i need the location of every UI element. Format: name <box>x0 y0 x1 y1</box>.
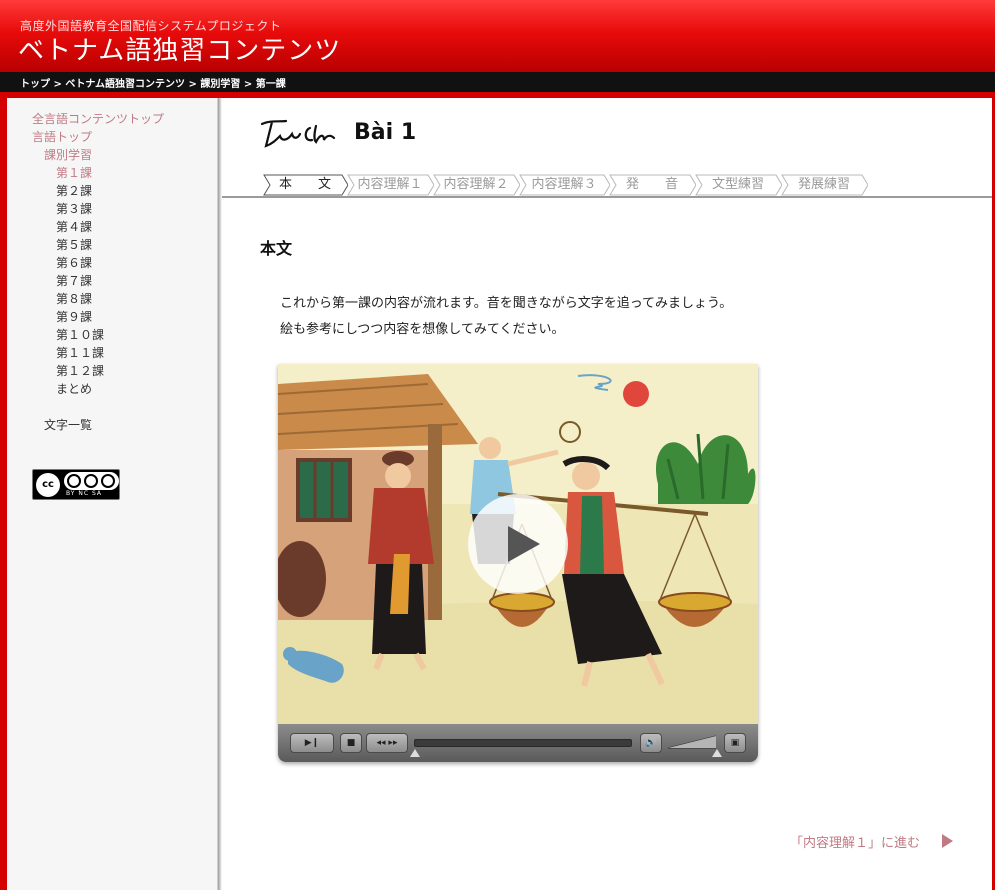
tab-label: 内容理解３ <box>531 177 597 192</box>
sidebar-lesson-11[interactable]: 第１１課 <box>56 344 104 361</box>
breadcrumb-bar: トップ > ベトナム語独習コンテンツ > 課別学習 > 第一課 <box>0 72 995 92</box>
nc-icon <box>84 474 98 488</box>
tab-label: 内容理解２ <box>443 177 509 192</box>
sidebar-all-languages-top[interactable]: 全言語コンテンツトップ <box>32 110 164 127</box>
sidebar-lesson-5[interactable]: 第５課 <box>56 236 92 253</box>
sidebar-language-top[interactable]: 言語トップ <box>32 128 92 145</box>
site-title[interactable]: ベトナム語独習コンテンツ <box>18 30 341 67</box>
sidebar-lesson-6[interactable]: 第６課 <box>56 254 92 271</box>
stop-button[interactable]: ■ <box>340 733 362 753</box>
video-player[interactable]: ▶❙ ■ ◂◂ ▸▸ 🔊 ▣ <box>278 364 758 762</box>
sidebar-lesson-10[interactable]: 第１０課 <box>56 326 104 343</box>
intro-paragraph-line-2: 絵も参考にしつつ内容を想像してみてください。 <box>280 322 565 337</box>
volume-icon[interactable]: 🔊 <box>640 733 662 753</box>
sidebar-lesson-3[interactable]: 第３課 <box>56 200 92 217</box>
sidebar-lesson-study[interactable]: 課別学習 <box>44 146 92 163</box>
tab-comprehension-3[interactable]: 内容理解３ <box>518 174 610 196</box>
sidebar-lesson-1[interactable]: 第１課 <box>56 164 92 181</box>
license-label: BY NC SA <box>66 490 102 497</box>
tab-label: 発 音 <box>625 177 678 192</box>
fullscreen-icon[interactable]: ▣ <box>724 733 746 753</box>
tabs-baseline <box>222 196 992 198</box>
next-arrow-icon[interactable] <box>942 834 953 848</box>
volume-slider[interactable] <box>668 735 716 749</box>
cc-icon: cc <box>36 473 60 497</box>
lesson-tabs: 本 文 内容理解１ 内容理解２ 内容理解３ 発 音 文型練習 発展練習 <box>222 174 992 198</box>
by-icon <box>67 474 81 488</box>
tab-comprehension-1[interactable]: 内容理解１ <box>346 174 434 196</box>
video-thumbnail <box>278 364 758 724</box>
sidebar-lesson-4[interactable]: 第４課 <box>56 218 92 235</box>
tab-comprehension-2[interactable]: 内容理解２ <box>432 174 520 196</box>
tab-pronunciation[interactable]: 発 音 <box>608 174 696 196</box>
video-controls: ▶❙ ■ ◂◂ ▸▸ 🔊 ▣ <box>278 724 758 762</box>
play-pause-button[interactable]: ▶❙ <box>290 733 334 753</box>
sidebar-lesson-7[interactable]: 第７課 <box>56 272 92 289</box>
sidebar-summary[interactable]: まとめ <box>56 380 92 397</box>
tab-pattern-practice[interactable]: 文型練習 <box>694 174 782 196</box>
tab-label: 発展練習 <box>797 177 850 192</box>
main-content: Bài 1 本 文 内容理解１ 内容理解２ 内容理解３ 発 音 文型練習 発展練… <box>222 98 992 890</box>
sidebar: 全言語コンテンツトップ 言語トップ 課別学習 第１課 第２課 第３課 第４課 第… <box>7 98 218 890</box>
volume-handle-icon[interactable] <box>712 749 722 757</box>
cc-license-badge[interactable]: cc BY NC SA <box>32 469 120 500</box>
sidebar-char-list[interactable]: 文字一覧 <box>44 416 92 433</box>
skip-buttons[interactable]: ◂◂ ▸▸ <box>366 733 408 753</box>
sidebar-lesson-12[interactable]: 第１２課 <box>56 362 104 379</box>
seek-handle-icon[interactable] <box>410 749 420 757</box>
tab-label: 内容理解１ <box>357 177 423 192</box>
intro-paragraph-line-1: これから第一課の内容が流れます。音を聞きながら文字を追ってみましょう。 <box>280 296 733 311</box>
sidebar-lesson-8[interactable]: 第８課 <box>56 290 92 307</box>
seek-bar[interactable] <box>414 739 632 747</box>
frame-left-border <box>0 98 7 890</box>
lesson-title: Bài 1 <box>354 120 417 145</box>
tab-main-text[interactable]: 本 文 <box>262 174 348 196</box>
tab-advanced-practice[interactable]: 発展練習 <box>780 174 868 196</box>
tab-label: 本 文 <box>278 177 331 192</box>
site-header: 高度外国語教育全国配信システムプロジェクト ベトナム語独習コンテンツ <box>0 0 995 72</box>
license-icons <box>64 472 119 490</box>
next-section-link[interactable]: 「内容理解１」に進む <box>790 832 920 851</box>
tab-label: 文型練習 <box>711 177 764 192</box>
sidebar-lesson-2[interactable]: 第２課 <box>56 182 92 199</box>
sa-icon <box>101 474 115 488</box>
tam-cam-logo <box>260 119 336 148</box>
sidebar-lesson-9[interactable]: 第９課 <box>56 308 92 325</box>
section-heading: 本文 <box>260 239 293 258</box>
breadcrumb[interactable]: トップ > ベトナム語独習コンテンツ > 課別学習 > 第一課 <box>20 75 286 90</box>
